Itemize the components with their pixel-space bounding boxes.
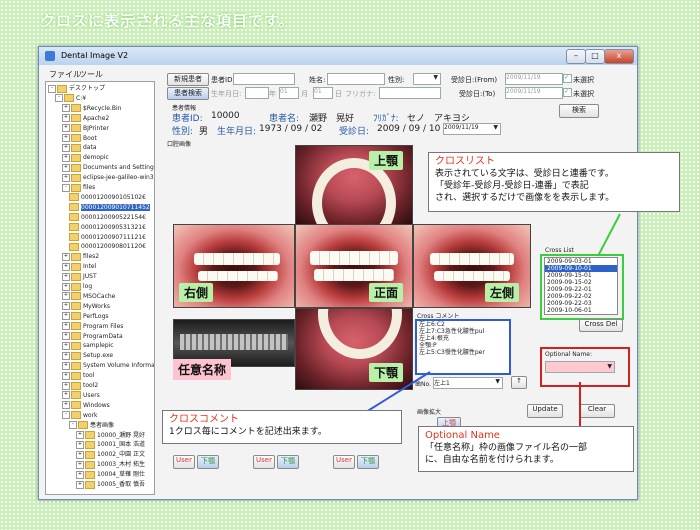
cross-comment-callout: クロスコメント 1クロス毎にコメントを記述出来ます。 [162, 410, 402, 444]
cross-comment-callout-title: クロスコメント [169, 414, 239, 425]
cross-list-callout-line: 表示されている文字は、受診日と連番です。 [435, 169, 614, 179]
optional-callout-line: 「任意名称」枠の画像ファイル名の一部 [425, 443, 588, 453]
cross-list-callout-line: 「受診年-受診月-受診日-連番」で表記 [435, 181, 589, 191]
cross-list-callout: クロスリスト 表示されている文字は、受診日と連番です。 「受診年-受診月-受診日… [428, 152, 680, 212]
cross-list-callout-line: され、選択するだけで画像をを表示します。 [435, 193, 615, 203]
optional-callout-title: Optional Name [425, 430, 500, 441]
optional-name-callout: Optional Name 「任意名称」枠の画像ファイル名の一部 に、自由な名前… [418, 426, 634, 472]
cross-comment-pointer [365, 371, 431, 413]
cross-comment-callout-text: 1クロス毎にコメントを記述出来ます。 [169, 427, 327, 437]
optional-callout-line: に、自由な名前を付けられます。 [425, 455, 559, 465]
cross-list-pointer [597, 213, 621, 257]
cross-list-callout-title: クロスリスト [435, 156, 495, 167]
